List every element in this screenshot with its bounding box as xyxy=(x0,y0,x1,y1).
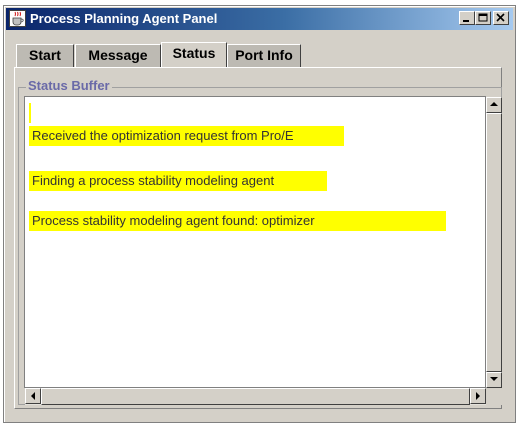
arrow-right-icon xyxy=(476,392,480,400)
tab-port-info[interactable]: Port Info xyxy=(227,44,301,67)
status-line: Received the optimization request from P… xyxy=(29,126,344,146)
maximize-icon xyxy=(478,13,488,22)
horizontal-scroll-thumb[interactable] xyxy=(41,388,470,405)
close-icon xyxy=(496,13,505,22)
scroll-down-button[interactable] xyxy=(486,372,502,388)
status-line: Process stability modeling agent found: … xyxy=(29,211,446,231)
scroll-right-button[interactable] xyxy=(470,388,486,404)
minimize-icon xyxy=(463,20,469,22)
arrow-down-icon xyxy=(490,377,498,381)
minimize-button[interactable] xyxy=(459,11,475,25)
vertical-scroll-thumb[interactable] xyxy=(486,113,502,372)
title-bar[interactable]: Process Planning Agent Panel xyxy=(6,8,513,30)
arrow-left-icon xyxy=(31,392,35,400)
scrollbar-corner xyxy=(486,388,502,405)
close-button[interactable] xyxy=(493,11,509,25)
arrow-up-icon xyxy=(490,102,498,106)
tab-message[interactable]: Message xyxy=(75,44,161,67)
scroll-left-button[interactable] xyxy=(25,388,41,404)
status-line xyxy=(29,103,31,123)
window-title: Process Planning Agent Panel xyxy=(30,11,218,26)
vertical-scrollbar[interactable] xyxy=(486,97,502,388)
scroll-up-button[interactable] xyxy=(486,97,502,113)
tab-start[interactable]: Start xyxy=(16,44,74,67)
maximize-button[interactable] xyxy=(475,11,491,25)
status-line: Finding a process stability modeling age… xyxy=(29,171,327,191)
tab-status[interactable]: Status xyxy=(161,42,227,67)
horizontal-scrollbar[interactable] xyxy=(25,388,486,405)
status-buffer-title: Status Buffer xyxy=(26,78,112,94)
java-cup-icon[interactable] xyxy=(9,10,26,27)
